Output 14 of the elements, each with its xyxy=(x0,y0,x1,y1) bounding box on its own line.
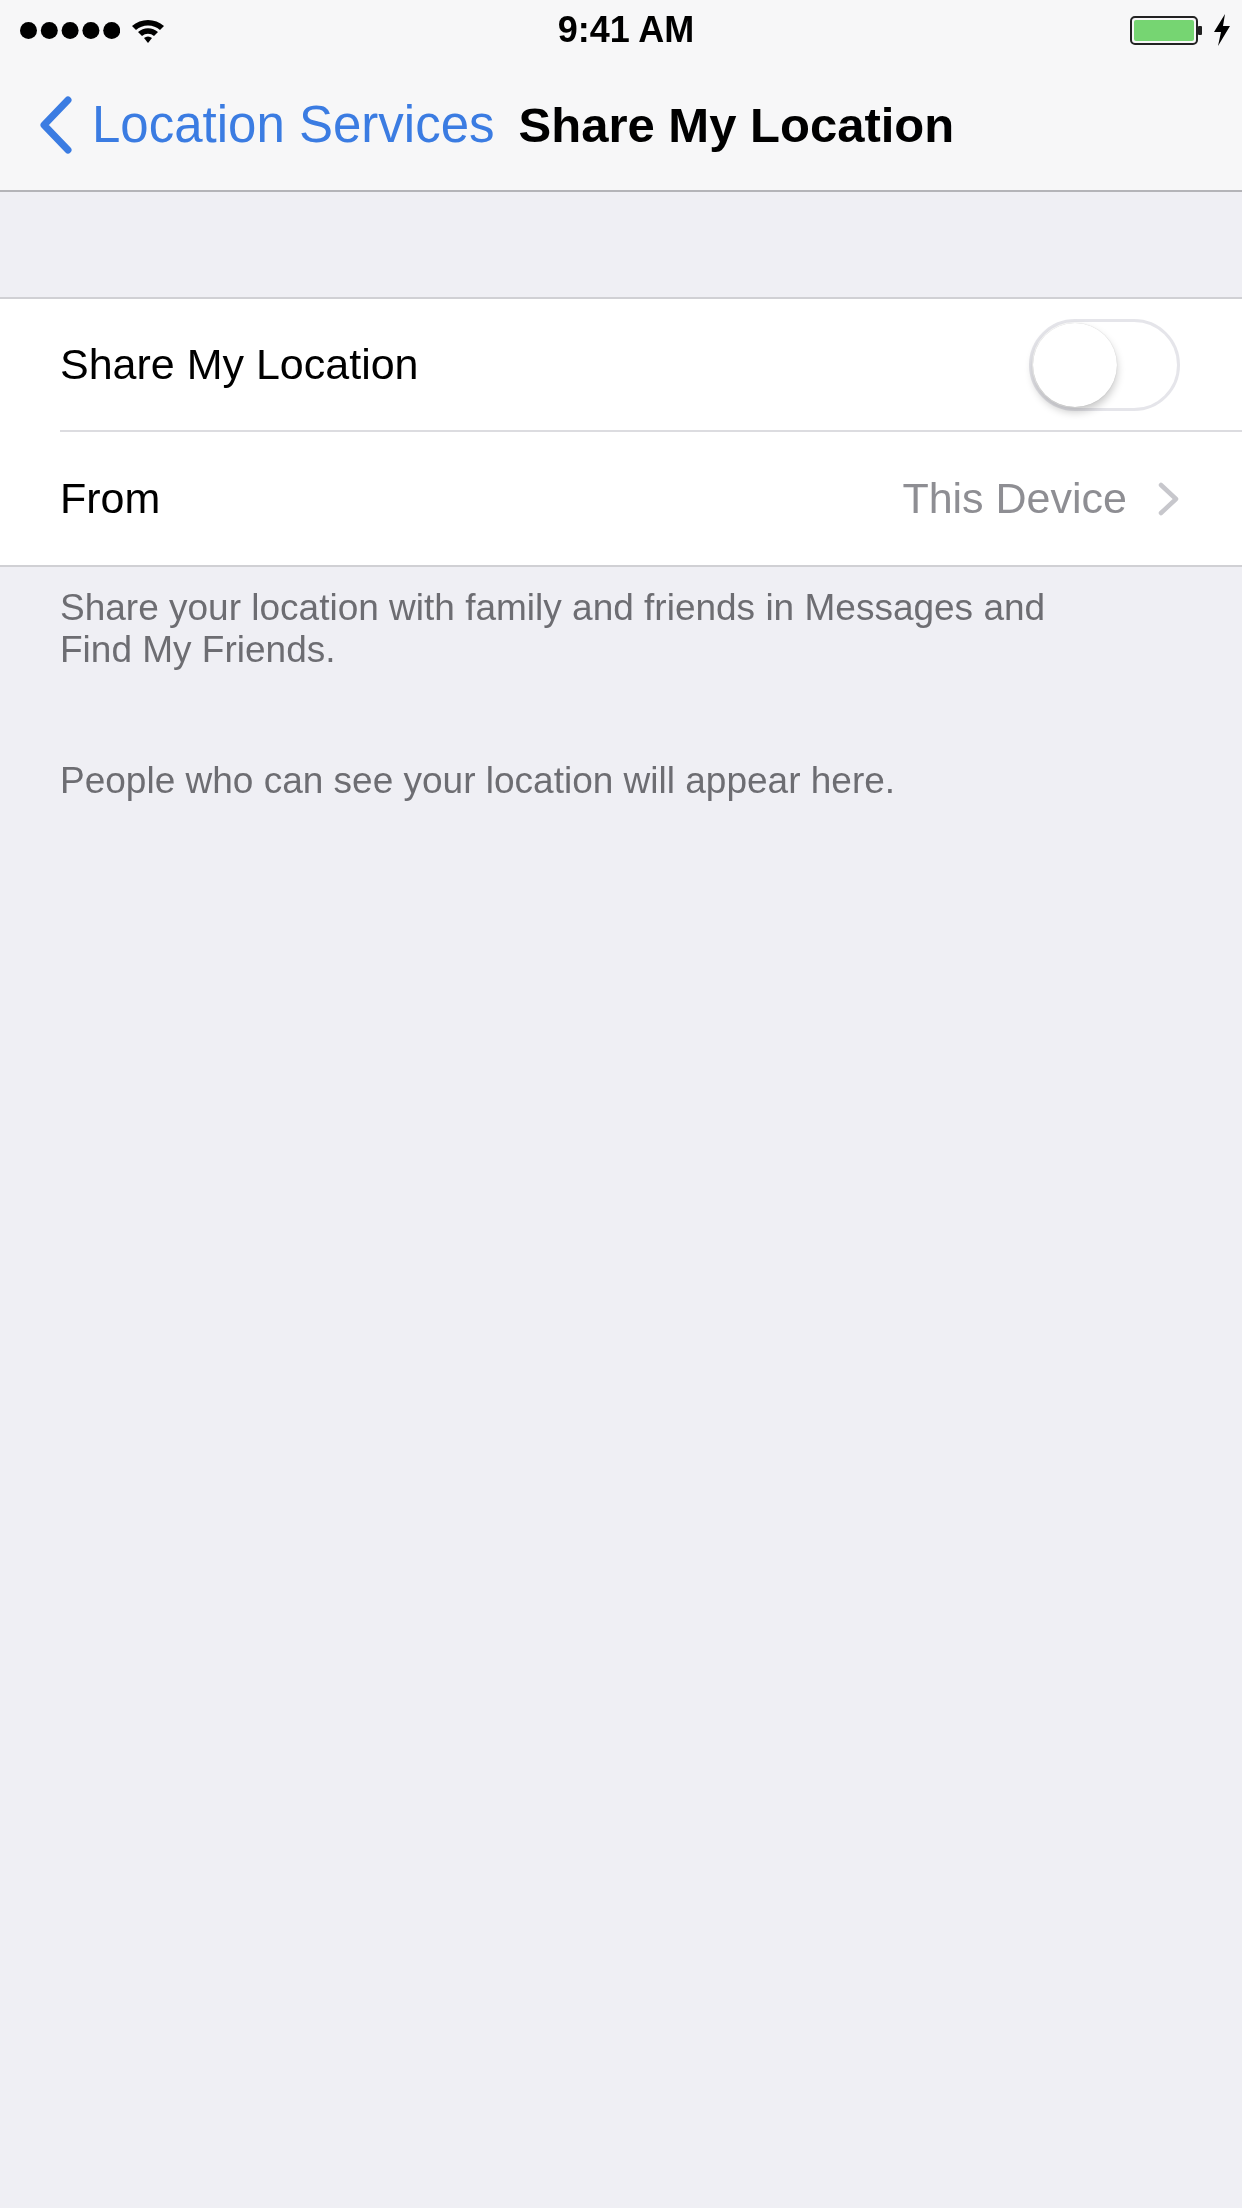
lightning-bolt-icon xyxy=(1212,14,1232,46)
footer-note: Share your location with family and friends in Messages and Find My Friends. xyxy=(60,587,1047,671)
row-label: From xyxy=(60,472,161,524)
disclosure-row[interactable]: From This Device xyxy=(0,432,1242,565)
row-value: This Device xyxy=(902,472,1127,524)
empty-state-text: People who can see your location will appear here. xyxy=(60,760,897,802)
wifi-icon xyxy=(130,17,166,43)
row-label: Share My Location xyxy=(60,338,419,390)
chevron-right-icon xyxy=(1157,480,1180,517)
back-button[interactable]: Location Services xyxy=(36,94,495,156)
battery-icon xyxy=(1130,15,1202,45)
screen-title: Share My Location xyxy=(518,96,955,154)
status-time: 9:41 AM xyxy=(557,12,695,48)
signal-strength-icon xyxy=(20,21,120,39)
